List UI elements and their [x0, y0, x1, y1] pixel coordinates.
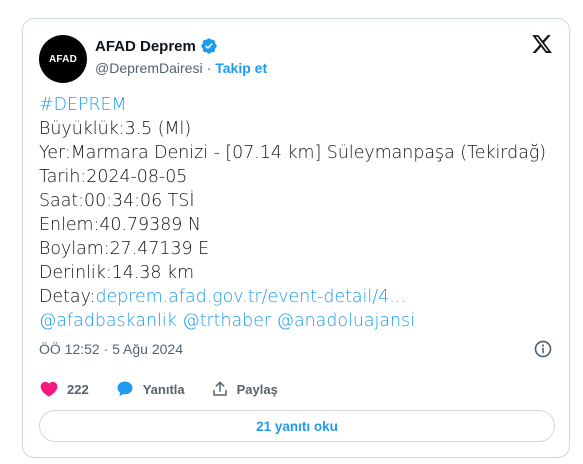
reply-button[interactable]: Yanıtla	[115, 379, 185, 399]
like-button[interactable]: 222	[39, 379, 89, 399]
action-bar: 222 Yanıtla Paylaş	[39, 379, 304, 399]
follow-button[interactable]: Takip et	[215, 60, 267, 76]
detail-label: Detay:	[39, 287, 96, 307]
tweet-text: #DEPREM Büyüklük:3.5 (Ml) Yer:Marmara De…	[39, 93, 559, 333]
latitude-line: Enlem:40.79389 N	[39, 215, 201, 235]
author-display-name[interactable]: AFAD Deprem	[95, 38, 196, 55]
longitude-line: Boylam:27.47139 E	[39, 239, 210, 259]
hashtag-link[interactable]: #DEPREM	[39, 93, 559, 117]
share-button[interactable]: Paylaş	[211, 380, 278, 398]
author-name-row: AFAD Deprem	[95, 37, 218, 55]
handle-separator: ·	[206, 60, 212, 76]
x-logo-icon[interactable]	[531, 33, 553, 55]
verified-badge-icon	[200, 37, 218, 55]
read-replies-button[interactable]: 21 yanıtı oku	[39, 410, 555, 442]
avatar-text: AFAD	[48, 53, 78, 65]
time-line: Saat:00:34:06 TSİ	[39, 191, 195, 211]
magnitude-line: Büyüklük:3.5 (Ml)	[39, 119, 192, 139]
read-replies-label: 21 yanıtı oku	[256, 418, 338, 434]
mentions-line[interactable]: @afadbaskanlik @trthaber @anadoluajansi	[39, 309, 559, 333]
date-line: Tarih:2024-08-05	[39, 167, 188, 187]
tweet-timestamp[interactable]: ÖÖ 12:52 · 5 Ağu 2024	[39, 341, 183, 357]
share-label: Paylaş	[236, 381, 278, 397]
detail-link[interactable]: deprem.afad.gov.tr/event-detail/4…	[95, 287, 406, 307]
author-handle-row: @DepremDairesi · Takip et	[95, 60, 267, 76]
location-line: Yer:Marmara Denizi - [07.14 km] Süleyman…	[39, 143, 547, 163]
share-icon	[211, 380, 229, 398]
detail-line: Detay:deprem.afad.gov.tr/event-detail/4…	[39, 285, 559, 309]
reply-bubble-icon	[115, 379, 135, 399]
depth-line: Derinlik:14.38 km	[39, 263, 195, 283]
like-count: 222	[67, 381, 89, 397]
info-icon[interactable]	[533, 339, 553, 359]
avatar[interactable]: AFAD	[39, 35, 87, 83]
reply-label: Yanıtla	[142, 381, 185, 397]
tweet-card[interactable]: AFAD AFAD Deprem @DepremDairesi · Takip …	[22, 18, 570, 458]
heart-icon	[39, 379, 59, 399]
author-handle[interactable]: @DepremDairesi	[95, 60, 203, 76]
